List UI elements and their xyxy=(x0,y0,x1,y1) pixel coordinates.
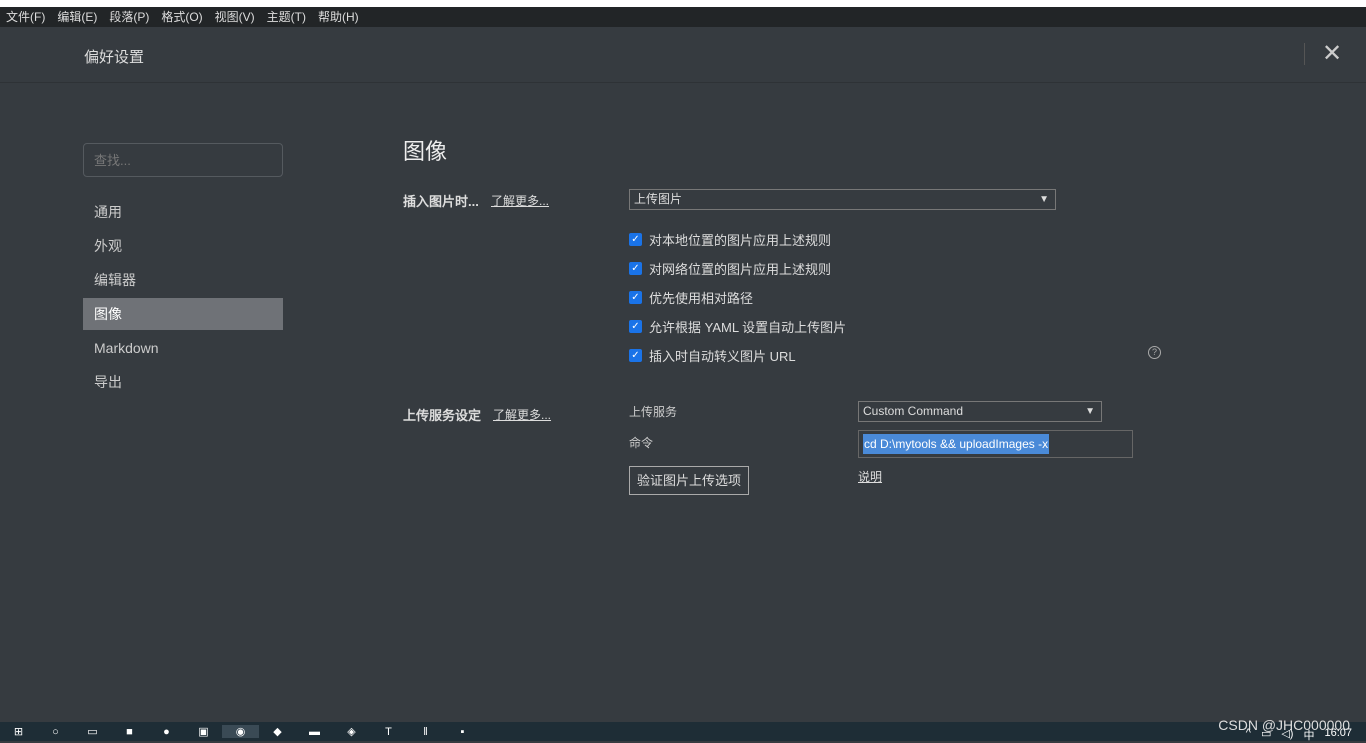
page-title: 偏好设置 xyxy=(84,49,145,66)
menu-file[interactable]: 文件(F) xyxy=(6,7,45,27)
checkbox-local-images[interactable]: ✓ 对本地位置的图片应用上述规则 xyxy=(629,230,831,249)
git-icon[interactable]: ◈ xyxy=(333,725,370,738)
app-icon[interactable]: ǁ xyxy=(407,726,444,738)
checkbox-network-images[interactable]: ✓ 对网络位置的图片应用上述规则 xyxy=(629,259,831,278)
task-view-icon[interactable]: ▭ xyxy=(74,725,111,738)
select-value: 上传图片 xyxy=(634,192,683,206)
checkbox-label: 允许根据 YAML 设置自动上传图片 xyxy=(649,320,847,335)
checkbox-icon: ✓ xyxy=(629,320,642,333)
windows-icon[interactable]: ⊞ xyxy=(0,725,37,738)
upload-service-label: 上传服务设定 xyxy=(403,408,482,423)
insert-label: 插入图片时... xyxy=(403,194,479,209)
typora-icon[interactable]: T xyxy=(370,726,407,738)
sidebar-nav: 通用 外观 编辑器 图像 Markdown 导出 xyxy=(83,196,283,400)
checkbox-label: 优先使用相对路径 xyxy=(649,291,754,306)
checkbox-icon: ✓ xyxy=(629,291,642,304)
folder-icon[interactable]: ▬ xyxy=(296,726,333,738)
chrome-icon[interactable]: ◉ xyxy=(222,725,259,738)
taskbar: ⊞ ○ ▭ ■ ● ▣ ◉ ◆ ▬ ◈ T ǁ ▪ xyxy=(0,722,1366,741)
terminal-icon[interactable]: ▪ xyxy=(444,726,481,738)
sidebar-item-image[interactable]: 图像 xyxy=(83,298,283,330)
service-label: 上传服务 xyxy=(629,405,678,419)
menu-bar: 文件(F) 编辑(E) 段落(P) 格式(O) 视图(V) 主题(T) 帮助(H… xyxy=(0,7,1366,27)
sidebar-item-appearance[interactable]: 外观 xyxy=(83,230,283,262)
upload-learn-more-link[interactable]: 了解更多... xyxy=(493,406,551,423)
title-bar xyxy=(0,0,1366,7)
verify-upload-button[interactable]: 验证图片上传选项 xyxy=(629,466,749,495)
menu-paragraph[interactable]: 段落(P) xyxy=(109,7,149,27)
select-value: Custom Command xyxy=(863,404,964,418)
search-icon[interactable]: ○ xyxy=(37,726,74,738)
close-icon[interactable]: ✕ xyxy=(1322,39,1342,68)
command-input[interactable]: cd D:\mytools && uploadImages -x xyxy=(858,430,1133,458)
sidebar-item-editor[interactable]: 编辑器 xyxy=(83,264,283,296)
app-icon[interactable]: ● xyxy=(148,726,185,738)
command-value: cd D:\mytools && uploadImages -x xyxy=(863,434,1050,454)
checkbox-icon: ✓ xyxy=(629,233,642,246)
app-icon[interactable]: ▣ xyxy=(185,725,222,738)
checkbox-escape-url[interactable]: ✓ 插入时自动转义图片 URL xyxy=(629,346,796,365)
learn-more-link[interactable]: 了解更多... xyxy=(491,192,549,209)
search-input[interactable] xyxy=(83,143,283,177)
checkbox-icon: ✓ xyxy=(629,349,642,362)
menu-theme[interactable]: 主题(T) xyxy=(267,7,306,27)
help-icon[interactable]: ? xyxy=(1148,346,1161,359)
pycharm-icon[interactable]: ■ xyxy=(111,726,148,738)
menu-format[interactable]: 格式(O) xyxy=(161,7,202,27)
upload-service-select[interactable]: Custom Command ▼ xyxy=(858,401,1102,422)
preferences-header: 偏好设置 ✕ xyxy=(0,27,1366,83)
sidebar-item-export[interactable]: 导出 xyxy=(83,366,283,398)
menu-view[interactable]: 视图(V) xyxy=(215,7,255,27)
divider xyxy=(1304,43,1305,65)
checkbox-label: 对本地位置的图片应用上述规则 xyxy=(649,233,832,248)
command-label: 命令 xyxy=(629,436,654,450)
checkbox-label: 对网络位置的图片应用上述规则 xyxy=(649,262,832,277)
section-title: 图像 xyxy=(403,139,448,164)
insert-action-select[interactable]: 上传图片 ▼ xyxy=(629,189,1056,210)
docs-link[interactable]: 说明 xyxy=(858,468,882,485)
menu-edit[interactable]: 编辑(E) xyxy=(57,7,97,27)
chevron-down-icon: ▼ xyxy=(1039,194,1049,205)
sidebar-item-markdown[interactable]: Markdown xyxy=(83,332,283,364)
sidebar-item-general[interactable]: 通用 xyxy=(83,196,283,228)
checkbox-yaml-upload[interactable]: ✓ 允许根据 YAML 设置自动上传图片 xyxy=(629,317,846,336)
menu-help[interactable]: 帮助(H) xyxy=(318,7,359,27)
chevron-down-icon: ▼ xyxy=(1085,406,1095,417)
checkbox-label: 插入时自动转义图片 URL xyxy=(649,349,796,364)
app-icon[interactable]: ◆ xyxy=(259,725,296,738)
checkbox-relative-path[interactable]: ✓ 优先使用相对路径 xyxy=(629,288,753,307)
checkbox-icon: ✓ xyxy=(629,262,642,275)
